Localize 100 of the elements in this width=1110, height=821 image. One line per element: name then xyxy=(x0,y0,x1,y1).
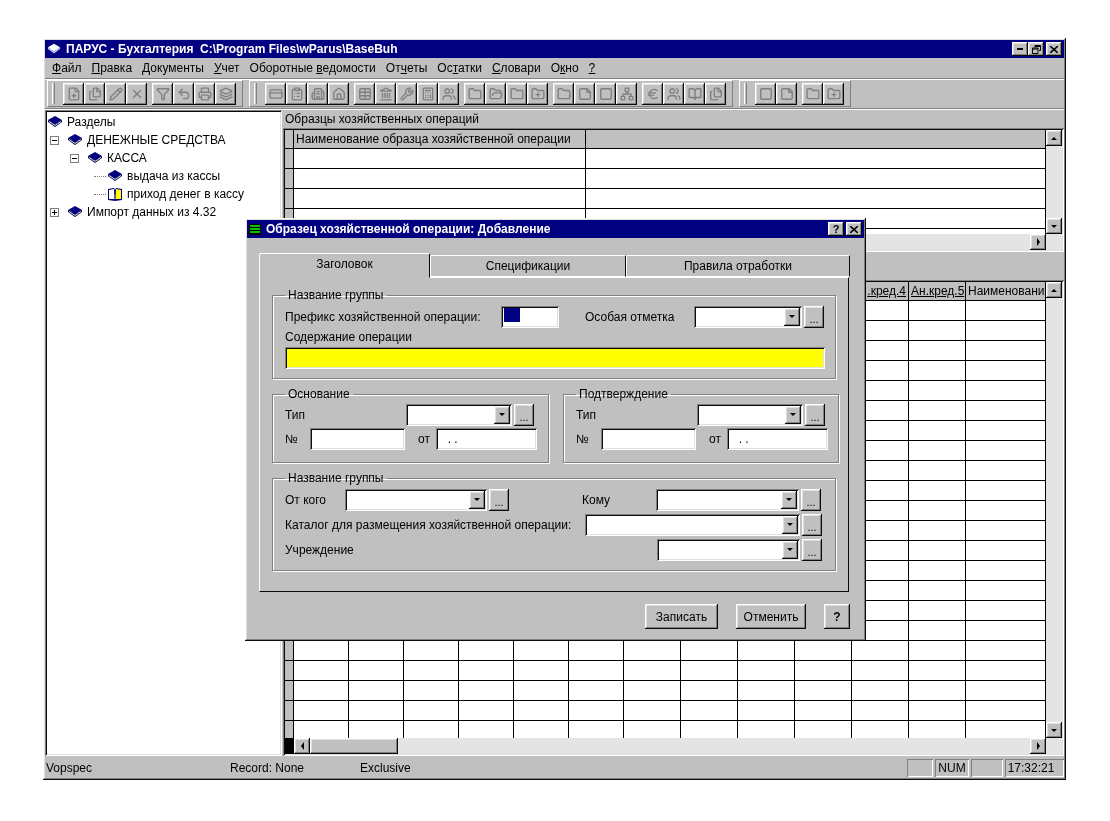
toolbar-button[interactable] xyxy=(823,82,844,105)
menu-item[interactable]: ? xyxy=(583,61,601,75)
toolbar-button[interactable] xyxy=(776,82,797,105)
toolbar-button[interactable] xyxy=(328,82,349,105)
browse-button[interactable]: ... xyxy=(801,488,821,511)
scroll-left-button[interactable] xyxy=(294,738,310,754)
dropdown-button[interactable] xyxy=(785,405,801,424)
toolbar-button[interactable] xyxy=(574,82,595,105)
dropdown-field[interactable] xyxy=(697,403,803,426)
dropdown-field[interactable] xyxy=(656,488,799,511)
number-field[interactable] xyxy=(310,427,405,450)
tree-item[interactable]: КАССА xyxy=(105,151,149,165)
tree-item[interactable]: Разделы xyxy=(65,115,118,129)
tree-item[interactable]: приход денег в кассу xyxy=(125,187,247,201)
tab[interactable]: Заголовок xyxy=(259,253,430,278)
toolbar-button[interactable] xyxy=(438,82,459,105)
dropdown-field[interactable] xyxy=(585,513,800,536)
dropdown-button[interactable] xyxy=(469,490,485,509)
column-header[interactable]: Наименование образца хозяйственной операции xyxy=(294,130,586,149)
toolbar-button[interactable] xyxy=(354,82,375,105)
menu-item[interactable]: Учет xyxy=(208,61,245,75)
scroll-right-button[interactable] xyxy=(1030,234,1046,250)
dropdown-field[interactable] xyxy=(406,403,512,426)
dialog-button[interactable]: Отменить xyxy=(736,604,806,629)
toolbar-button[interactable] xyxy=(173,82,194,105)
dropdown-button[interactable] xyxy=(781,490,797,509)
toolbar-button[interactable] xyxy=(616,82,637,105)
menu-item[interactable]: Окно xyxy=(545,61,584,75)
date-field[interactable]: . . xyxy=(727,427,828,450)
tree-item[interactable]: Импорт данных из 4.32 xyxy=(85,205,219,219)
toolbar-button[interactable] xyxy=(307,82,328,105)
toolbar-button[interactable] xyxy=(705,82,726,105)
menu-item[interactable]: Словари xyxy=(486,61,546,75)
dropdown-button[interactable] xyxy=(782,540,798,559)
date-field[interactable]: . . xyxy=(436,427,537,450)
toolbar-button[interactable] xyxy=(642,82,663,105)
restore-button[interactable] xyxy=(1028,42,1044,56)
browse-button[interactable]: ... xyxy=(804,305,824,328)
toolbar-button[interactable] xyxy=(755,82,776,105)
toolbar-button[interactable] xyxy=(105,82,126,105)
menu-item[interactable]: Правка xyxy=(86,61,138,75)
dropdown-field[interactable] xyxy=(694,305,802,328)
toolbar-button[interactable] xyxy=(63,82,84,105)
close-button[interactable] xyxy=(1046,42,1062,56)
toolbar-button[interactable] xyxy=(286,82,307,105)
browse-button[interactable]: ... xyxy=(514,403,534,426)
toolbar-button[interactable] xyxy=(802,82,823,105)
toolbar-button[interactable] xyxy=(506,82,527,105)
scroll-down-button[interactable] xyxy=(1046,218,1062,234)
browse-button[interactable]: ... xyxy=(805,403,825,426)
scroll-up-button[interactable] xyxy=(1046,130,1062,146)
dropdown-field[interactable] xyxy=(345,488,487,511)
column-header[interactable]: Ан.кред.5 xyxy=(909,282,966,301)
scroll-up-button[interactable] xyxy=(1046,282,1062,298)
column-header[interactable]: Наименовани xyxy=(966,282,1046,301)
tab[interactable]: Спецификации xyxy=(430,255,626,277)
toolbar-button[interactable] xyxy=(553,82,574,105)
browse-button[interactable]: ... xyxy=(489,488,509,511)
toolbar-button[interactable] xyxy=(265,82,286,105)
toolbar-button[interactable] xyxy=(417,82,438,105)
dropdown-button[interactable] xyxy=(494,405,510,424)
scroll-right-button[interactable] xyxy=(1030,738,1046,754)
vertical-scrollbar[interactable] xyxy=(1046,130,1062,234)
vertical-scrollbar[interactable] xyxy=(1046,282,1062,738)
toolbar-button[interactable] xyxy=(84,82,105,105)
toolbar-button[interactable] xyxy=(485,82,506,105)
horizontal-scrollbar[interactable] xyxy=(285,738,1062,754)
number-field[interactable] xyxy=(601,427,696,450)
tree-item[interactable]: выдача из кассы xyxy=(125,169,223,183)
toolbar-button[interactable] xyxy=(684,82,705,105)
tab[interactable]: Правила отработки xyxy=(626,255,850,277)
dialog-button[interactable]: ? xyxy=(824,604,850,629)
text-field[interactable] xyxy=(285,346,825,369)
dropdown-button[interactable] xyxy=(784,307,800,326)
toolbar-button[interactable] xyxy=(375,82,396,105)
tree-toggle[interactable] xyxy=(70,153,79,163)
tree-toggle[interactable] xyxy=(50,135,59,145)
scroll-down-button[interactable] xyxy=(1046,722,1062,738)
browse-button[interactable]: ... xyxy=(802,513,822,536)
column-header[interactable] xyxy=(586,130,1046,149)
toolbar-button[interactable] xyxy=(126,82,147,105)
dropdown-button[interactable] xyxy=(782,515,798,534)
prefix-field[interactable] xyxy=(501,305,559,328)
scroll-thumb[interactable] xyxy=(310,738,398,754)
menu-item[interactable]: Файл xyxy=(47,61,87,75)
toolbar-button[interactable] xyxy=(464,82,485,105)
close-button[interactable] xyxy=(846,222,862,236)
toolbar-button[interactable] xyxy=(595,82,616,105)
toolbar-button[interactable] xyxy=(527,82,548,105)
tree-item[interactable]: ДЕНЕЖНЫЕ СРЕДСТВА xyxy=(85,133,228,147)
toolbar-button[interactable] xyxy=(215,82,236,105)
toolbar-button[interactable] xyxy=(152,82,173,105)
menu-item[interactable]: Оборотные ведомости xyxy=(244,61,381,75)
browse-button[interactable]: ... xyxy=(802,538,822,561)
tree-toggle[interactable] xyxy=(50,207,59,217)
menu-item[interactable]: Отчеты xyxy=(380,61,433,75)
dialog-button[interactable]: Записать xyxy=(645,604,718,629)
menu-item[interactable]: Остатки xyxy=(432,61,487,75)
toolbar-button[interactable] xyxy=(663,82,684,105)
minimize-button[interactable] xyxy=(1012,42,1028,56)
